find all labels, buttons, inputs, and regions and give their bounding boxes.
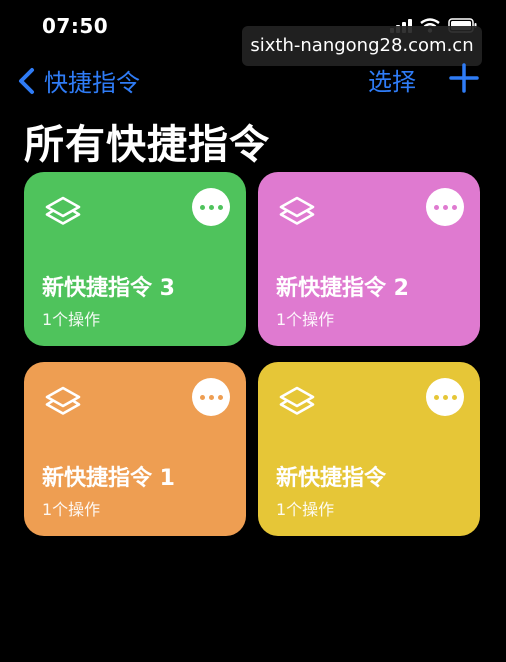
page-title: 所有快捷指令: [24, 122, 270, 168]
dot-icon: [451, 204, 457, 210]
more-button[interactable]: [426, 188, 464, 226]
dot-icon: [433, 204, 439, 210]
add-icon[interactable]: [448, 62, 480, 94]
back-button[interactable]: 快捷指令: [14, 63, 140, 98]
dot-icon: [208, 204, 214, 210]
shortcut-name: 新快捷指令 2: [276, 276, 409, 301]
shortcut-action-count: 1个操作: [42, 310, 101, 329]
shortcut-action-count: 1个操作: [42, 500, 101, 519]
dot-icon: [433, 394, 439, 400]
more-button[interactable]: [426, 378, 464, 416]
status-time: 07:50: [42, 14, 109, 38]
more-button[interactable]: [192, 378, 230, 416]
dot-icon: [217, 394, 223, 400]
layers-icon: [279, 196, 315, 225]
layers-icon: [45, 386, 81, 415]
shortcut-name: 新快捷指令 1: [42, 466, 175, 491]
layers-icon: [279, 386, 315, 415]
shortcut-card[interactable]: 新快捷指令 1个操作: [258, 362, 480, 536]
shortcut-action-count: 1个操作: [276, 310, 335, 329]
dot-icon: [442, 394, 448, 400]
shortcut-action-count: 1个操作: [276, 500, 335, 519]
shortcut-card[interactable]: 新快捷指令 3 1个操作: [24, 172, 246, 346]
select-button[interactable]: 选择: [368, 62, 416, 97]
shortcut-name: 新快捷指令 3: [42, 276, 175, 301]
shortcut-card[interactable]: 新快捷指令 1 1个操作: [24, 362, 246, 536]
dot-icon: [199, 394, 205, 400]
shortcut-card[interactable]: 新快捷指令 2 1个操作: [258, 172, 480, 346]
chevron-left-icon: [19, 67, 34, 94]
more-button[interactable]: [192, 188, 230, 226]
shortcut-name: 新快捷指令: [276, 466, 387, 491]
layers-icon: [45, 196, 81, 225]
dot-icon: [208, 394, 214, 400]
back-label: 快捷指令: [44, 69, 140, 97]
dot-icon: [442, 204, 448, 210]
dot-icon: [199, 204, 205, 210]
dot-icon: [451, 394, 457, 400]
watermark: sixth-nangong28.com.cn: [242, 26, 482, 66]
dot-icon: [217, 204, 223, 210]
